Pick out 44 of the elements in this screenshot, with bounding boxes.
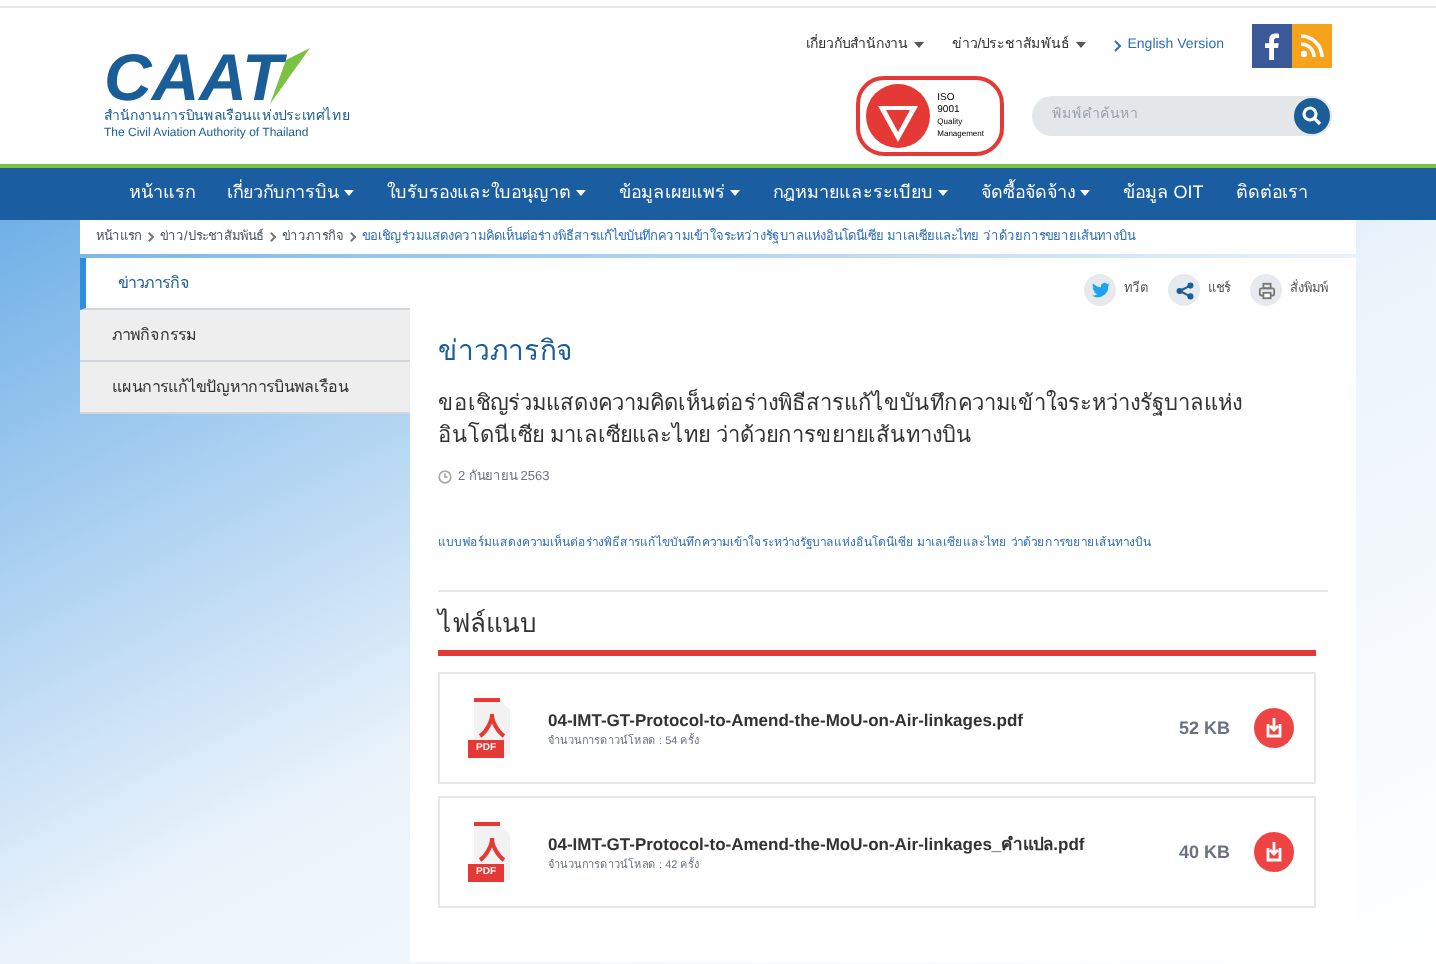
- logo-wordmark[interactable]: CAAT: [104, 48, 283, 108]
- caret-icon: [730, 190, 741, 198]
- caret-icon: [1080, 190, 1091, 198]
- download-icon: [1264, 718, 1284, 739]
- caret-icon: [1075, 42, 1086, 50]
- rss-icon: [1300, 34, 1324, 58]
- chevron-icon: [1113, 40, 1122, 52]
- nav-item[interactable]: เกี่ยวกับการบิน: [212, 180, 369, 208]
- nav-item[interactable]: กฎหมายและระเบียบ: [758, 180, 963, 208]
- caret-icon: [913, 42, 924, 50]
- nav-item[interactable]: ข้อมูลเผยแพร่: [604, 180, 755, 208]
- nav-item[interactable]: จัดซื้อจัดจ้าง: [966, 180, 1105, 208]
- share-icon: [1175, 281, 1193, 299]
- search-icon: [1302, 106, 1322, 126]
- caret-icon: [576, 190, 587, 198]
- download-icon: [1264, 842, 1284, 863]
- file-size: 40 KB: [1178, 839, 1230, 865]
- nav-item[interactable]: ติดต่อเรา: [1221, 180, 1322, 208]
- file-name-link[interactable]: 04-IMT-GT-Protocol-to-Amend-the-MoU-on-Air-linkages.pdf: [548, 707, 1024, 733]
- shield-icon: [863, 82, 932, 150]
- caret-icon: [938, 190, 949, 198]
- file-name-link[interactable]: 04-IMT-GT-Protocol-to-Amend-the-MoU-on-Air-linkages_คำแปล.pdf: [548, 831, 1085, 857]
- nav-item[interactable]: หน้าแรก: [114, 180, 209, 208]
- facebook-icon: [1264, 32, 1280, 60]
- download-button[interactable]: [1254, 708, 1294, 749]
- print-icon: [1257, 281, 1275, 299]
- chevron-icon: [148, 232, 154, 242]
- bird-icon: [1091, 282, 1109, 298]
- sidebar-item[interactable]: แผนการแก้ไขปัญหาการบินพลเรือน: [80, 362, 410, 414]
- article-title: ขอเชิญร่วมแสดงความคิดเห็นต่อร่างพิธีสารแก้ไขบันทึกความเข้าใจระหว่างรัฐบาลแห่งอินโดนีเซีย มาเลเซียและไทย ว่าด้วยการขยายเส้นทางบิน: [438, 388, 1244, 452]
- section-heading: ข่าวภารกิจ: [438, 332, 574, 370]
- sidebar-item[interactable]: ภาพกิจกรรม: [80, 310, 410, 362]
- facebook-button[interactable]: [1252, 24, 1292, 68]
- clock-icon: [438, 470, 452, 485]
- sidebar-item[interactable]: ข่าวภารกิจ: [80, 258, 410, 310]
- nav-item[interactable]: ข้อมูล OIT: [1108, 180, 1218, 208]
- chevron-icon: [349, 232, 356, 242]
- nav-item[interactable]: ใบรับรองและใบอนุญาต: [372, 180, 601, 208]
- file-size: 52 KB: [1178, 715, 1230, 741]
- search-button[interactable]: [1294, 98, 1330, 134]
- attachments-heading: ไฟล์แนบ: [438, 591, 1316, 657]
- chevron-icon: [269, 232, 276, 242]
- download-button[interactable]: [1254, 832, 1294, 873]
- caret-icon: [344, 190, 355, 198]
